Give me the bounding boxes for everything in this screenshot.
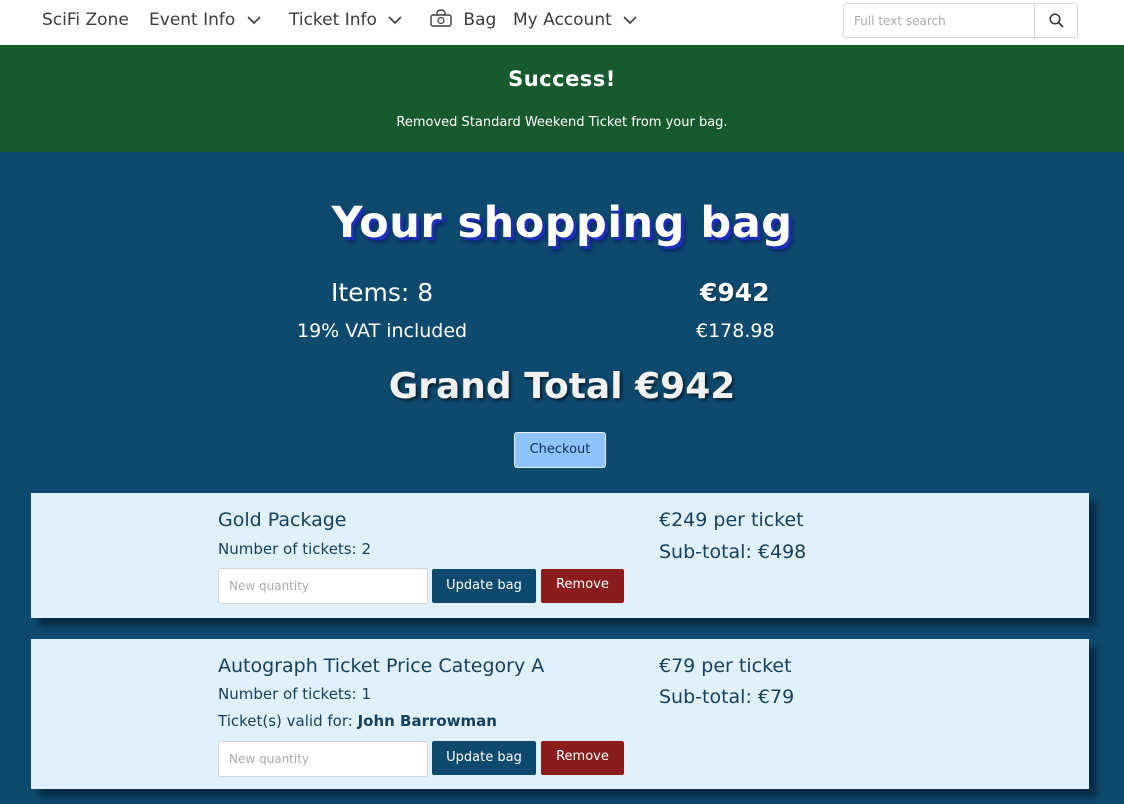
brand-link[interactable]: SciFi Zone [42,0,129,45]
chevron-down-icon [247,15,261,24]
item-name: Gold Package [218,509,347,531]
alert-title: Success! [508,67,616,91]
nav-event-info[interactable]: Event Info [149,0,261,45]
item-quantity: Number of tickets: 2 [218,540,371,558]
nav-ticket-info[interactable]: Ticket Info [289,0,402,45]
shopping-bag-icon [430,9,452,27]
search-button[interactable] [1034,4,1077,37]
vat-label: 19% VAT included [297,320,468,342]
nav-ticket-info-label: Ticket Info [289,10,377,30]
nav-my-account[interactable]: My Account [513,0,637,45]
brand-label: SciFi Zone [42,10,129,30]
nav-my-account-label: My Account [513,10,612,30]
chevron-down-icon [388,15,402,24]
nav-bag-label: Bag [463,10,497,30]
nav-bag[interactable]: Bag [430,0,496,45]
checkout-button[interactable]: Checkout [514,432,606,468]
valid-for-name: John Barrowman [357,712,497,730]
items-count: Items: 8 [331,278,434,307]
alert-message: Removed Standard Weekend Ticket from you… [396,115,728,130]
chevron-down-icon [623,15,637,24]
item-name: Autograph Ticket Price Category A [218,655,545,677]
search-icon [1048,13,1064,28]
grand-total: Grand Total €942 [388,366,736,407]
item-subtotal: Sub-total: €79 [659,686,795,708]
item-price: €79 per ticket [659,655,792,677]
valid-for-label: Ticket(s) valid for: [218,712,353,730]
page-title: Your shopping bag [331,198,793,248]
vat-amount: €178.98 [696,320,775,342]
search-input[interactable] [844,4,1034,37]
quantity-input[interactable] [218,568,428,604]
item-subtotal: Sub-total: €498 [659,541,807,563]
ticket-valid-for: Ticket(s) valid for: John Barrowman [218,712,497,730]
navbar: SciFi Zone Event Info Ticket Info Bag My… [0,0,1124,45]
bag-item-card: Gold Package Number of tickets: 2 Update… [31,493,1089,618]
item-price: €249 per ticket [659,509,804,531]
remove-button[interactable]: Remove [541,741,624,775]
nav-event-info-label: Event Info [149,10,236,30]
remove-button[interactable]: Remove [541,569,624,603]
success-alert: Success! Removed Standard Weekend Ticket… [0,45,1124,152]
bag-total: €942 [700,278,770,307]
item-quantity: Number of tickets: 1 [218,685,371,703]
quantity-input[interactable] [218,741,428,777]
update-bag-button[interactable]: Update bag [432,569,536,603]
update-bag-button[interactable]: Update bag [432,741,536,775]
search-form [843,3,1078,38]
bag-item-card: Autograph Ticket Price Category A Number… [31,639,1089,789]
